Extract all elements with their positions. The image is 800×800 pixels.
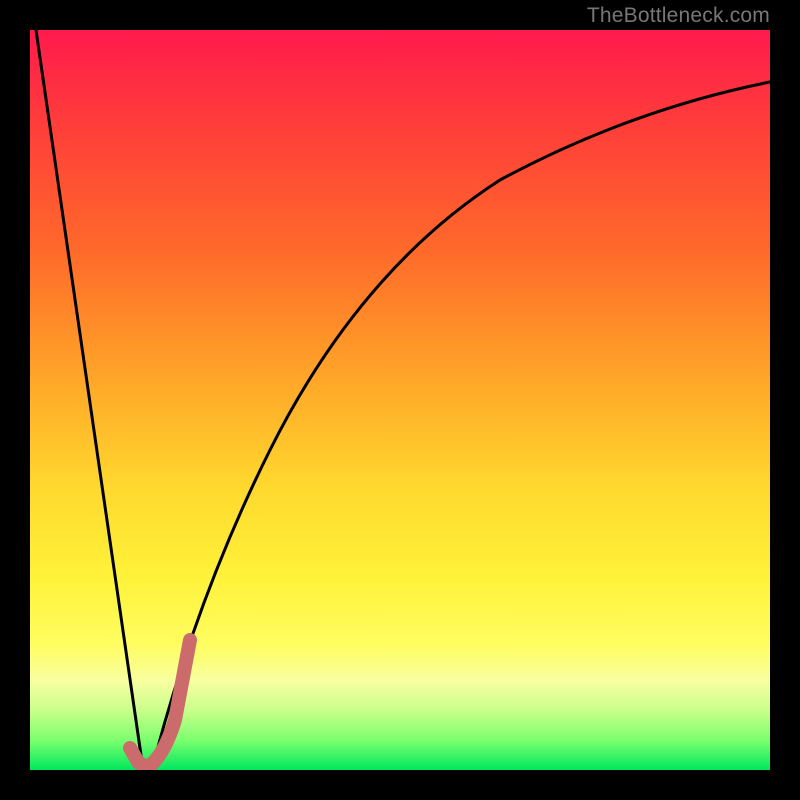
watermark-text: TheBottleneck.com bbox=[587, 4, 770, 28]
bottleneck-curve bbox=[36, 30, 770, 765]
curve-overlay bbox=[30, 30, 770, 770]
chart-frame: TheBottleneck.com bbox=[0, 0, 800, 800]
plot-area bbox=[30, 30, 770, 770]
